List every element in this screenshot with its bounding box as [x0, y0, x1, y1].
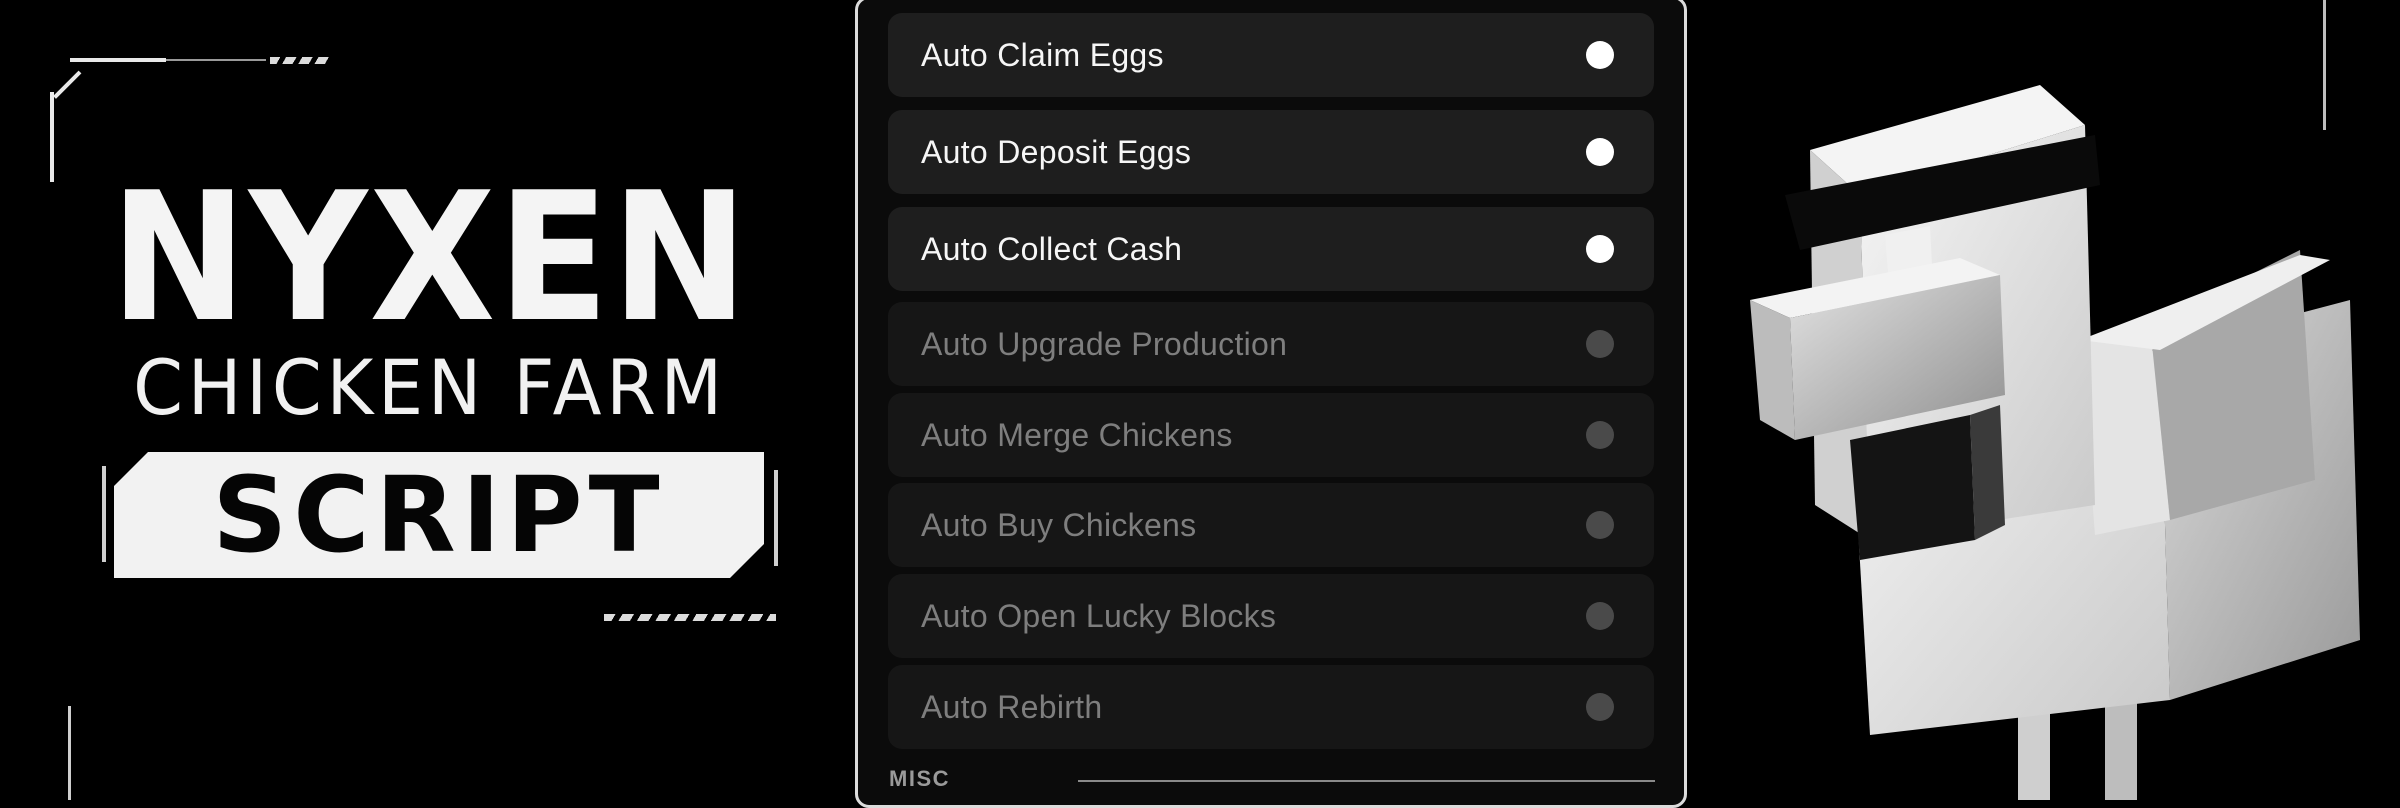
character-art	[1700, 0, 2400, 800]
toggle-auto-deposit-eggs[interactable]: Auto Deposit Eggs	[888, 110, 1654, 194]
hud-corner-diagonal	[53, 70, 82, 99]
toggle-auto-rebirth[interactable]: Auto Rebirth	[888, 665, 1654, 749]
hud-corner-top-horizontal	[70, 58, 166, 62]
toggle-auto-claim-eggs[interactable]: Auto Claim Eggs	[888, 13, 1654, 97]
toggle-auto-collect-cash[interactable]: Auto Collect Cash	[888, 207, 1654, 291]
toggle-dot-icon[interactable]	[1586, 235, 1614, 263]
toggle-dot-icon[interactable]	[1586, 421, 1614, 449]
toggle-label: Auto Buy Chickens	[921, 507, 1197, 543]
toggle-label: Auto Rebirth	[921, 689, 1103, 725]
chicken-wattle	[1850, 415, 1975, 560]
toggle-dot-icon[interactable]	[1586, 693, 1614, 721]
toggle-label: Auto Upgrade Production	[921, 326, 1288, 362]
chicken-wattle-side	[1970, 405, 2005, 540]
toggle-auto-merge-chickens[interactable]: Auto Merge Chickens	[888, 393, 1654, 477]
toggle-dot-icon[interactable]	[1586, 330, 1614, 358]
toggle-label: Auto Open Lucky Blocks	[921, 598, 1277, 634]
hud-line-right	[2323, 0, 2326, 130]
toggle-label: Auto Collect Cash	[921, 231, 1183, 267]
badge-frame-right	[774, 470, 778, 566]
toggle-auto-upgrade-production[interactable]: Auto Upgrade Production	[888, 302, 1654, 386]
hud-corner-left-vertical	[50, 92, 54, 182]
toggle-dot-icon[interactable]	[1586, 602, 1614, 630]
title-panel: NYXEN CHICKEN FARM SCRIPT	[0, 0, 855, 800]
hud-dashes-bottom	[604, 614, 776, 621]
blocky-chicken-icon	[1750, 0, 2360, 800]
hud-bottom-left-vertical	[68, 706, 71, 800]
hud-dashes-top	[270, 57, 330, 64]
chicken-beak-front	[1750, 300, 1795, 440]
brand-subtitle: CHICKEN FARM	[133, 343, 727, 432]
brand-title: NYXEN	[109, 154, 751, 361]
toggle-label: Auto Deposit Eggs	[921, 134, 1192, 170]
toggle-dot-icon[interactable]	[1586, 511, 1614, 539]
toggle-dot-icon[interactable]	[1586, 138, 1614, 166]
toggle-dot-icon[interactable]	[1586, 41, 1614, 69]
hud-corner-top-thin-line	[166, 59, 266, 61]
section-header-misc: MISC	[889, 766, 950, 791]
toggle-label: Auto Claim Eggs	[921, 37, 1164, 73]
script-badge-label: SCRIPT	[212, 454, 666, 576]
toggle-label: Auto Merge Chickens	[921, 417, 1233, 453]
toggle-auto-buy-chickens[interactable]: Auto Buy Chickens	[888, 483, 1654, 567]
badge-frame-left	[102, 466, 106, 562]
section-divider	[1078, 780, 1655, 782]
toggle-auto-open-lucky-blocks[interactable]: Auto Open Lucky Blocks	[888, 574, 1654, 658]
